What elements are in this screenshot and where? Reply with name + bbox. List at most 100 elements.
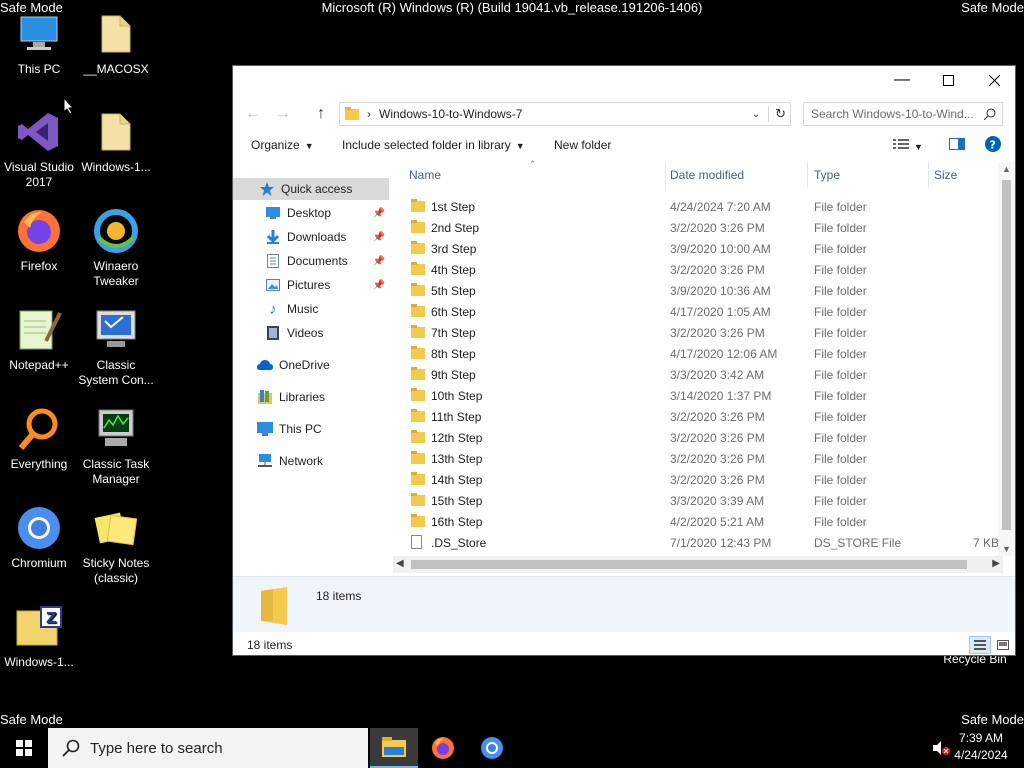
- help-button[interactable]: ?: [985, 136, 1001, 155]
- desktop-icon-windows-zip[interactable]: Z Windows-1...: [0, 603, 79, 670]
- file-type: File folder: [814, 284, 867, 298]
- table-row[interactable]: 3rd Step 3/9/2020 10:00 AM File folder: [393, 238, 1003, 259]
- minimize-button[interactable]: —: [879, 66, 925, 94]
- nav-desktop[interactable]: Desktop 📌: [233, 202, 389, 224]
- start-button[interactable]: [0, 728, 48, 768]
- table-row[interactable]: 5th Step 3/9/2020 10:36 AM File folder: [393, 280, 1003, 301]
- folder-icon: [411, 409, 425, 422]
- visual-studio-icon: [15, 108, 63, 156]
- details-view-toggle[interactable]: [969, 636, 991, 654]
- nav-network[interactable]: Network: [233, 450, 389, 472]
- nav-this-pc[interactable]: This PC: [233, 418, 389, 440]
- table-row[interactable]: 9th Step 3/3/2020 3:42 AM File folder: [393, 364, 1003, 385]
- address-bar[interactable]: › Windows-10-to-Windows-7 ⌄ ↻: [339, 102, 791, 126]
- organize-button[interactable]: Organize ▼: [251, 138, 314, 152]
- table-row[interactable]: 10th Step 3/14/2020 1:37 PM File folder: [393, 385, 1003, 406]
- nav-documents[interactable]: Documents 📌: [233, 250, 389, 272]
- table-row[interactable]: 12th Step 3/2/2020 3:26 PM File folder: [393, 427, 1003, 448]
- file-type: File folder: [814, 221, 867, 235]
- file-date: 3/9/2020 10:00 AM: [670, 242, 771, 256]
- table-row[interactable]: 4th Step 3/2/2020 3:26 PM File folder: [393, 259, 1003, 280]
- table-row[interactable]: 15th Step 3/3/2020 3:39 AM File folder: [393, 490, 1003, 511]
- file-type: File folder: [814, 410, 867, 424]
- scroll-up-icon[interactable]: ▲: [1002, 164, 1011, 174]
- history-dropdown-icon[interactable]: ⌄: [752, 109, 760, 120]
- nav-onedrive[interactable]: OneDrive: [233, 354, 389, 376]
- column-header-type[interactable]: Type: [814, 168, 840, 182]
- folder-icon: [92, 108, 140, 156]
- folder-icon: [411, 325, 425, 338]
- taskbar-file-explorer[interactable]: [370, 728, 418, 768]
- winaero-icon: [92, 207, 140, 255]
- file-icon: [411, 535, 425, 549]
- nav-libraries[interactable]: Libraries: [233, 386, 389, 408]
- large-icons-view-toggle[interactable]: [993, 636, 1013, 654]
- desktop-icon-sticky-notes[interactable]: Sticky Notes (classic): [76, 504, 156, 586]
- search-input[interactable]: Search Windows-10-to-Wind...: [803, 102, 1003, 126]
- nav-pictures[interactable]: Pictures 📌: [233, 274, 389, 296]
- nav-music[interactable]: ♪ Music: [233, 298, 389, 320]
- table-row[interactable]: 16th Step 4/2/2020 5:21 AM File folder: [393, 511, 1003, 532]
- scroll-down-icon[interactable]: ▼: [1002, 544, 1011, 554]
- desktop-icon-this-pc[interactable]: This PC: [0, 10, 79, 77]
- column-header-name[interactable]: Name: [409, 168, 441, 182]
- file-date: 3/14/2020 1:37 PM: [670, 389, 772, 403]
- desktop-icon-visual-studio[interactable]: Visual Studio 2017: [0, 108, 79, 190]
- vertical-scroll-thumb[interactable]: [1002, 180, 1011, 530]
- vertical-scrollbar[interactable]: ▲ ▼: [998, 162, 1015, 556]
- horizontal-scroll-thumb[interactable]: [411, 560, 967, 569]
- table-row[interactable]: 14th Step 3/2/2020 3:26 PM File folder: [393, 469, 1003, 490]
- desktop-icon-macosx[interactable]: __MACOSX: [76, 10, 156, 77]
- table-row[interactable]: 11th Step 3/2/2020 3:26 PM File folder: [393, 406, 1003, 427]
- window-titlebar[interactable]: —: [233, 66, 1015, 94]
- taskbar-search-box[interactable]: Type here to search: [48, 728, 368, 768]
- up-button[interactable]: ↑: [317, 105, 325, 123]
- nav-downloads[interactable]: Downloads 📌: [233, 226, 389, 248]
- column-header-size[interactable]: Size: [934, 168, 957, 182]
- file-type: File folder: [814, 263, 867, 277]
- maximize-button[interactable]: [925, 66, 971, 94]
- file-name: 12th Step: [431, 431, 483, 445]
- this-pc-icon: [15, 10, 63, 58]
- preview-pane-icon: [949, 138, 965, 150]
- taskbar-firefox[interactable]: [419, 728, 467, 768]
- desktop-icon-everything[interactable]: Everything: [0, 405, 79, 472]
- table-row[interactable]: 8th Step 4/17/2020 12:06 AM File folder: [393, 343, 1003, 364]
- nav-quick-access[interactable]: Quick access: [233, 178, 389, 200]
- desktop-icon-system-config[interactable]: Classic System Con...: [76, 306, 156, 388]
- taskbar-clock[interactable]: 7:39 AM 4/24/2024: [946, 730, 1016, 764]
- scroll-left-icon[interactable]: ◀: [396, 558, 404, 569]
- table-row[interactable]: 2nd Step 3/2/2020 3:26 PM File folder: [393, 217, 1003, 238]
- preview-pane-button[interactable]: [949, 138, 965, 153]
- folder-icon: [411, 430, 425, 443]
- nav-videos[interactable]: Videos: [233, 322, 389, 344]
- scroll-right-icon[interactable]: ▶: [992, 558, 1000, 569]
- table-row[interactable]: 7th Step 3/2/2020 3:26 PM File folder: [393, 322, 1003, 343]
- back-button[interactable]: ←: [245, 105, 261, 123]
- include-in-library-button[interactable]: Include selected folder in library ▼: [342, 138, 525, 152]
- notepad-plus-plus-icon: [15, 306, 63, 354]
- pictures-icon: [265, 277, 281, 293]
- table-row[interactable]: 13th Step 3/2/2020 3:26 PM File folder: [393, 448, 1003, 469]
- taskbar-chromium[interactable]: [468, 728, 516, 768]
- desktop-icon-chromium[interactable]: Chromium: [0, 504, 79, 571]
- table-row[interactable]: 6th Step 4/17/2020 1:05 AM File folder: [393, 301, 1003, 322]
- folder-icon: [411, 367, 425, 380]
- file-name: 8th Step: [431, 347, 476, 361]
- forward-button[interactable]: →: [275, 105, 291, 123]
- desktop-icon-winaero[interactable]: Winaero Tweaker: [76, 207, 156, 289]
- refresh-icon[interactable]: ↻: [768, 106, 786, 122]
- close-button[interactable]: [971, 66, 1017, 94]
- horizontal-scrollbar[interactable]: ◀ ▶: [393, 556, 1003, 573]
- desktop-icon-firefox[interactable]: Firefox: [0, 207, 79, 274]
- table-row[interactable]: .DS_Store 7/1/2020 12:43 PM DS_STORE File 7…: [393, 532, 1003, 553]
- desktop-icon-notepad-plus-plus[interactable]: Notepad++: [0, 306, 79, 373]
- desktop-icon-windows-folder[interactable]: Windows-1...: [76, 108, 156, 175]
- search-icon: [984, 108, 996, 120]
- table-row[interactable]: 1st Step 4/24/2024 7:20 AM File folder: [393, 196, 1003, 217]
- change-view-button[interactable]: ▼: [893, 138, 923, 153]
- desktop-icon-task-manager[interactable]: Classic Task Manager: [76, 405, 156, 487]
- cloud-icon: [257, 357, 273, 373]
- new-folder-button[interactable]: New folder: [554, 138, 611, 152]
- column-header-date[interactable]: Date modified: [670, 168, 744, 182]
